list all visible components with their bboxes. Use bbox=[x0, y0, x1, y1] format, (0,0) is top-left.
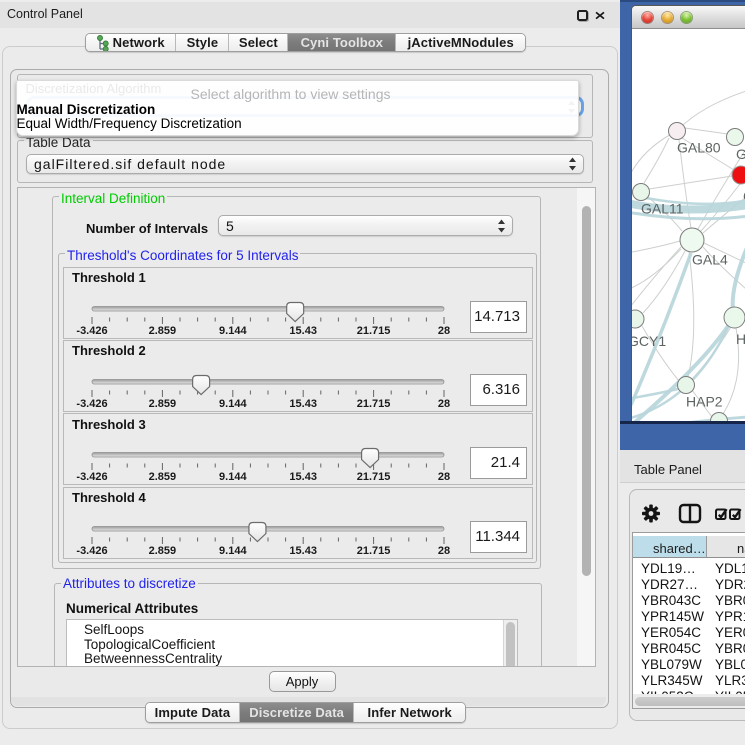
svg-text:15.43: 15.43 bbox=[289, 325, 317, 337]
svg-text:9.144: 9.144 bbox=[219, 398, 247, 410]
svg-text:-3.426: -3.426 bbox=[76, 325, 107, 337]
svg-text:21.715: 21.715 bbox=[357, 545, 391, 557]
svg-text:2.859: 2.859 bbox=[149, 398, 177, 410]
svg-text:-3.426: -3.426 bbox=[76, 545, 107, 557]
svg-text:HAP2: HAP2 bbox=[686, 394, 723, 410]
svg-text:GAL80: GAL80 bbox=[677, 140, 721, 156]
svg-text:28: 28 bbox=[438, 398, 450, 410]
svg-text:-3.426: -3.426 bbox=[76, 398, 107, 410]
svg-text:28: 28 bbox=[438, 545, 450, 557]
svg-text:9.144: 9.144 bbox=[219, 545, 247, 557]
svg-text:21.715: 21.715 bbox=[357, 325, 391, 337]
svg-text:2.859: 2.859 bbox=[149, 471, 177, 483]
svg-text:15.43: 15.43 bbox=[289, 471, 317, 483]
svg-text:GAL...: GAL... bbox=[736, 146, 745, 162]
svg-text:-3.426: -3.426 bbox=[76, 471, 107, 483]
svg-text:15.43: 15.43 bbox=[289, 545, 317, 557]
svg-text:GAL4: GAL4 bbox=[692, 252, 728, 268]
svg-text:21.715: 21.715 bbox=[357, 471, 391, 483]
svg-text:15.43: 15.43 bbox=[289, 398, 317, 410]
svg-text:9.144: 9.144 bbox=[219, 325, 247, 337]
svg-text:28: 28 bbox=[438, 325, 450, 337]
svg-text:GCY1: GCY1 bbox=[632, 333, 666, 349]
svg-text:GAL11: GAL11 bbox=[641, 201, 684, 217]
svg-text:2.859: 2.859 bbox=[149, 325, 177, 337]
svg-text:2.859: 2.859 bbox=[149, 545, 177, 557]
svg-text:HA: HA bbox=[736, 331, 745, 347]
svg-text:21.715: 21.715 bbox=[357, 398, 391, 410]
svg-text:9.144: 9.144 bbox=[219, 471, 247, 483]
svg-text:28: 28 bbox=[438, 471, 450, 483]
